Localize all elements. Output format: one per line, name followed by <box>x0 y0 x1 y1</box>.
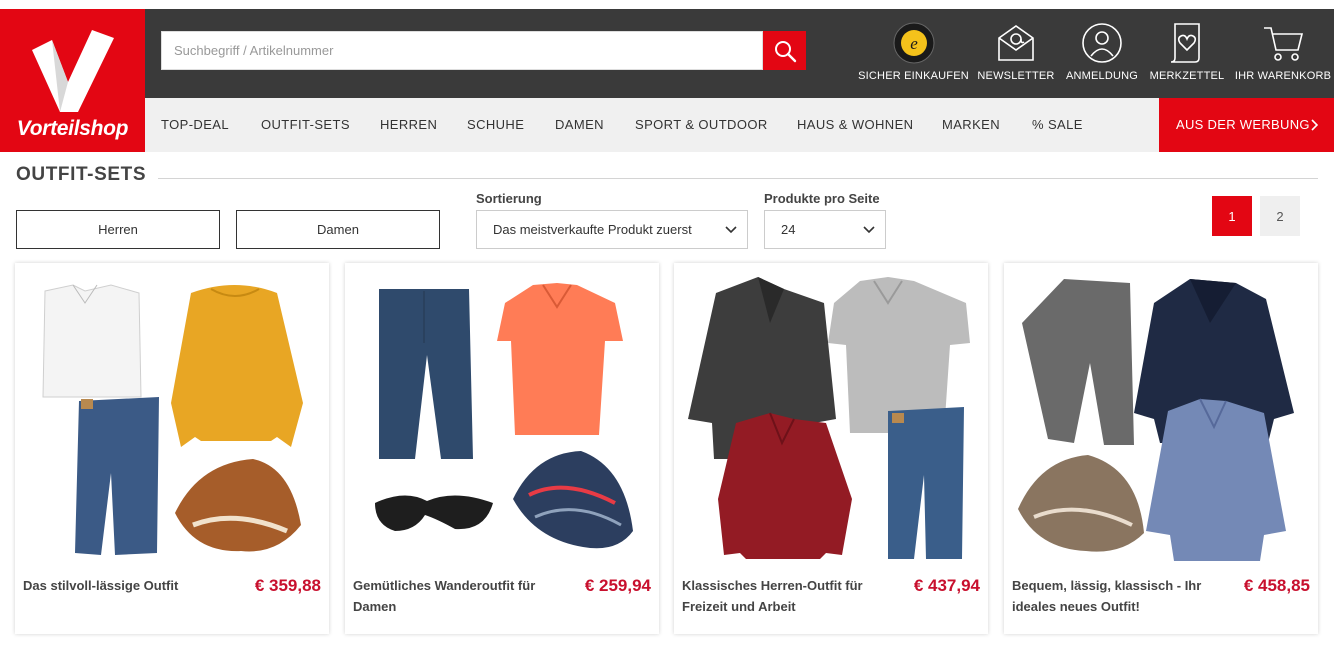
product-price: € 437,94 <box>913 576 980 595</box>
filter-damen-button[interactable]: Damen <box>236 210 440 249</box>
logo-check-icon <box>32 30 114 112</box>
header-cart[interactable]: IHR WARENKORB <box>1234 22 1332 84</box>
page-title: OUTFIT-SETS <box>16 164 147 185</box>
header-wishlist[interactable]: MERKZETTEL <box>1150 22 1224 84</box>
per-page-label: Produkte pro Seite <box>764 191 880 206</box>
nav-item-sale[interactable]: % SALE <box>1032 98 1083 152</box>
header-top-strip <box>0 0 1334 9</box>
cart-icon <box>1264 27 1304 61</box>
promo-label: AUS DER WERBUNG <box>1176 117 1310 132</box>
header-icon-label: ANMELDUNG <box>1065 70 1139 82</box>
product-price: € 359,88 <box>254 576 321 595</box>
product-card[interactable]: Das stilvoll-lässige Outfit € 359,88 <box>15 263 329 634</box>
nav-item-outfit-sets[interactable]: OUTFIT-SETS <box>261 98 350 152</box>
sort-label: Sortierung <box>476 191 542 206</box>
product-name: Bequem, lässig, klassisch - Ihr ideales … <box>1012 578 1202 614</box>
per-page-select[interactable]: 24 <box>764 210 886 249</box>
user-icon <box>1082 23 1122 63</box>
svg-text:e: e <box>910 34 918 53</box>
filter-label: Damen <box>317 222 359 237</box>
header-icon-label: IHR WARENKORB <box>1234 70 1332 82</box>
search-button[interactable] <box>763 31 806 70</box>
page-button-2[interactable]: 2 <box>1260 196 1300 236</box>
product-name: Gemütliches Wanderoutfit für Damen <box>353 578 536 614</box>
header-newsletter[interactable]: NEWSLETTER <box>977 22 1055 84</box>
search-field[interactable] <box>161 31 763 70</box>
filter-label: Herren <box>98 222 138 237</box>
per-page-value: 24 <box>781 222 796 237</box>
product-image <box>42 284 303 555</box>
search-icon <box>774 40 796 62</box>
product-name: Klassisches Herren-Outfit für Freizeit u… <box>682 578 863 614</box>
nav-item-sport-outdoor[interactable]: SPORT & OUTDOOR <box>635 98 768 152</box>
search-input[interactable] <box>162 32 762 69</box>
product-name: Das stilvoll-lässige Outfit <box>23 578 179 593</box>
header-icon-label: MERKZETTEL <box>1149 70 1225 82</box>
header-secure-shopping[interactable]: e SICHER EINKAUFEN <box>858 22 969 84</box>
chevron-down-icon <box>863 226 875 234</box>
product-card[interactable]: Klassisches Herren-Outfit für Freizeit u… <box>674 263 988 634</box>
envelope-at-icon <box>998 25 1034 61</box>
header-login[interactable]: ANMELDUNG <box>1066 22 1138 84</box>
nav-item-schuhe[interactable]: SCHUHE <box>467 98 524 152</box>
product-price: € 458,85 <box>1243 576 1310 595</box>
logo-text: Vorteilshop <box>16 117 129 140</box>
product-image <box>688 277 970 559</box>
title-divider <box>158 178 1318 179</box>
sort-select[interactable]: Das meistverkaufte Produkt zuerst <box>476 210 748 249</box>
chevron-right-icon <box>1311 119 1319 131</box>
filter-herren-button[interactable]: Herren <box>16 210 220 249</box>
nav-item-haus-wohnen[interactable]: HAUS & WOHNEN <box>797 98 913 152</box>
nav-item-top-deal[interactable]: TOP-DEAL <box>161 98 229 152</box>
page-button-1[interactable]: 1 <box>1212 196 1252 236</box>
nav-item-herren[interactable]: HERREN <box>380 98 437 152</box>
logo[interactable]: Vorteilshop <box>0 9 145 152</box>
product-card[interactable]: Gemütliches Wanderoutfit für Damen € 259… <box>345 263 659 634</box>
chevron-down-icon <box>725 226 737 234</box>
sort-value: Das meistverkaufte Produkt zuerst <box>493 222 692 237</box>
wishlist-heart-icon <box>1170 23 1200 63</box>
product-image <box>375 283 633 549</box>
header-icon-label: SICHER EINKAUFEN <box>858 70 969 82</box>
product-card[interactable]: Bequem, lässig, klassisch - Ihr ideales … <box>1004 263 1318 634</box>
product-image <box>1018 279 1294 561</box>
nav-item-marken[interactable]: MARKEN <box>942 98 1000 152</box>
main-nav: TOP-DEAL OUTFIT-SETS HERREN SCHUHE DAMEN… <box>145 98 1159 152</box>
product-price: € 259,94 <box>584 576 651 595</box>
nav-item-promo[interactable]: AUS DER WERBUNG <box>1159 98 1334 152</box>
header-icon-label: NEWSLETTER <box>977 70 1055 82</box>
trusted-shops-seal-icon: e <box>893 22 934 64</box>
nav-item-damen[interactable]: DAMEN <box>555 98 604 152</box>
